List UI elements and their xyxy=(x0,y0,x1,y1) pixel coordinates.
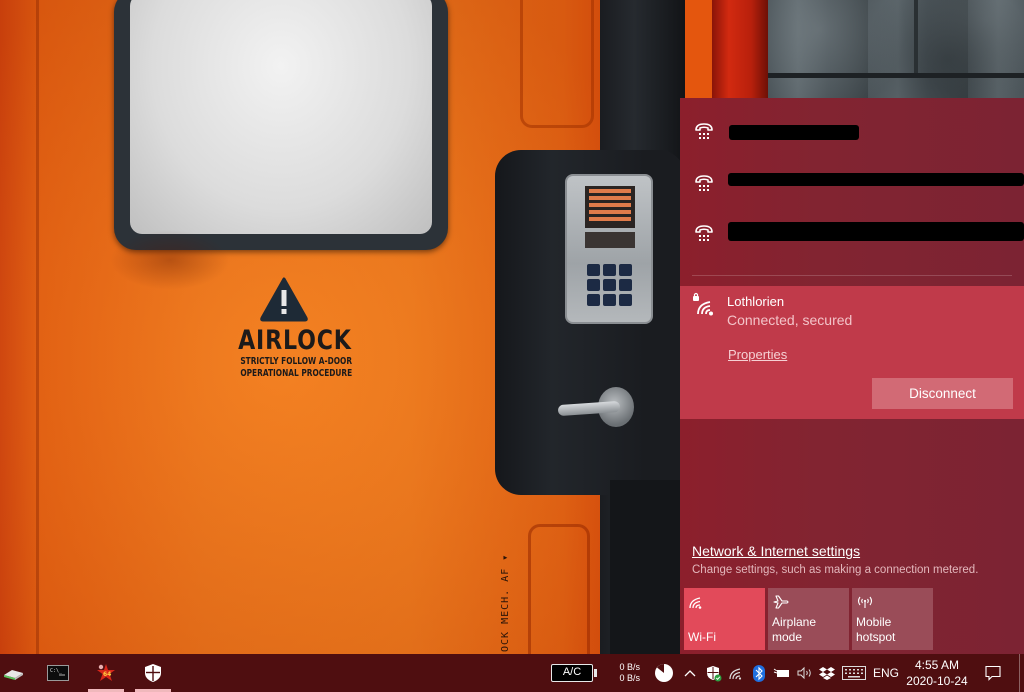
airlock-sign: AIRLOCK STRICTLY FOLLOW A-DOOR OPERATION… xyxy=(228,276,353,380)
tray-usage-meter[interactable] xyxy=(652,654,676,692)
upload-speed: 0 B/s xyxy=(619,662,640,672)
hotspot-label-line-1: Mobile xyxy=(856,615,892,629)
keypad-screen xyxy=(585,186,635,228)
action-center-icon xyxy=(985,665,1001,681)
wifi-icon xyxy=(729,668,742,680)
stone-joint xyxy=(768,73,1024,78)
dialup-icon xyxy=(695,123,713,139)
red-pillar xyxy=(712,0,768,98)
network-name-redacted xyxy=(728,173,1024,186)
taskbar-app-terminal[interactable]: C:\_ xyxy=(42,654,74,692)
battery-nub xyxy=(594,669,597,677)
network-list-item[interactable] xyxy=(680,102,1024,154)
warning-triangle-icon xyxy=(259,276,309,322)
storage-drive-icon xyxy=(4,670,23,680)
show-hidden-icons-button[interactable] xyxy=(680,654,700,692)
rust-stain xyxy=(110,230,230,290)
hotspot-tile-label: Mobile hotspot xyxy=(856,615,895,645)
tray-dropbox[interactable] xyxy=(817,654,837,692)
bluetooth-icon xyxy=(753,664,765,682)
power-icon xyxy=(773,668,789,677)
tray-touch-keyboard[interactable] xyxy=(840,654,868,692)
door-frame-lower xyxy=(610,480,682,654)
wifi-secured-icon xyxy=(693,292,713,316)
hotspot-label-line-2: hotspot xyxy=(856,630,896,644)
tray-volume[interactable] xyxy=(794,654,816,692)
windows-security-icon xyxy=(145,664,161,682)
wifi-icon xyxy=(689,597,702,609)
properties-link[interactable]: Properties xyxy=(728,347,787,362)
keypad-sticker xyxy=(585,232,635,248)
keypad-panel xyxy=(565,174,653,324)
svg-text:C:\_: C:\_ xyxy=(50,668,63,674)
keyboard-icon xyxy=(842,666,866,680)
door-window-glass xyxy=(130,0,432,234)
defender-icon xyxy=(707,665,722,681)
dialup-icon xyxy=(695,175,713,191)
airplane-icon xyxy=(773,595,789,609)
door-seam xyxy=(36,0,39,654)
sign-line-1: STRICTLY FOLLOW A-DOOR xyxy=(240,356,353,367)
network-name-redacted xyxy=(729,125,859,140)
taskbar: C:\_ 64 A/C 0 B/s 0 B/s ENG 4:55 AM 2020… xyxy=(0,654,1024,692)
network-name-redacted xyxy=(728,222,1024,241)
battery-indicator[interactable]: A/C xyxy=(551,664,593,682)
svg-text:64: 64 xyxy=(103,671,111,678)
mech-label: OCK MECH. AF ▾ xyxy=(500,553,511,652)
connected-network-name: Lothlorien xyxy=(727,294,785,309)
network-speed-meter[interactable]: 0 B/s 0 B/s xyxy=(614,662,640,684)
network-list-item[interactable] xyxy=(680,204,1024,256)
show-desktop-button[interactable] xyxy=(1019,654,1024,692)
airplane-mode-tile[interactable]: Airplane mode xyxy=(768,588,849,650)
tray-bluetooth[interactable] xyxy=(750,654,768,692)
network-list-divider xyxy=(692,275,1012,276)
quick-action-tiles: Wi-Fi Airplane mode Mobile hotspot xyxy=(684,588,933,650)
sign-title: AIRLOCK xyxy=(238,325,352,356)
tray-wifi[interactable] xyxy=(727,654,747,692)
dropbox-icon xyxy=(819,667,835,680)
wifi-tile-label: Wi-Fi xyxy=(688,630,716,644)
network-list-item[interactable] xyxy=(680,154,1024,206)
stone-texture xyxy=(768,0,1024,98)
hotspot-icon xyxy=(857,596,873,608)
input-language[interactable]: ENG xyxy=(872,666,900,680)
tray-power[interactable] xyxy=(771,654,793,692)
terminal-icon: C:\_ xyxy=(47,665,69,681)
taskbar-app-64[interactable]: 64 xyxy=(86,654,126,692)
airplane-tile-label: Airplane mode xyxy=(772,615,817,644)
wifi-toggle-tile[interactable]: Wi-Fi xyxy=(684,588,765,650)
chevron-up-icon xyxy=(684,670,696,677)
dialup-icon xyxy=(695,225,713,241)
app-64-icon: 64 xyxy=(97,664,115,681)
pie-chart-icon xyxy=(655,664,673,682)
download-speed: 0 B/s xyxy=(619,673,640,683)
connected-network[interactable]: Lothlorien Connected, secured Properties… xyxy=(680,286,1024,419)
network-flyout: Lothlorien Connected, secured Properties… xyxy=(680,98,1024,654)
mobile-hotspot-tile[interactable]: Mobile hotspot xyxy=(852,588,933,650)
taskbar-app-storage[interactable] xyxy=(0,654,26,692)
door-slot-bottom xyxy=(528,524,590,654)
sign-line-2: OPERATIONAL PROCEDURE xyxy=(240,368,353,379)
action-center-button[interactable] xyxy=(980,654,1006,692)
connection-status: Connected, secured xyxy=(727,312,853,328)
clock-time: 4:55 AM xyxy=(914,658,960,672)
stone-joint xyxy=(914,0,918,73)
clock-date: 2020-10-24 xyxy=(906,674,968,688)
network-settings-link[interactable]: Network & Internet settings xyxy=(692,543,860,559)
door-slot-top xyxy=(520,0,594,128)
taskbar-clock[interactable]: 4:55 AM 2020-10-24 xyxy=(902,657,972,689)
taskbar-app-security[interactable] xyxy=(133,654,173,692)
keypad-buttons xyxy=(587,264,635,306)
disconnect-button[interactable]: Disconnect xyxy=(872,378,1013,409)
network-settings-description: Change settings, such as making a connec… xyxy=(692,564,979,576)
volume-icon xyxy=(797,666,811,680)
tray-defender[interactable] xyxy=(703,654,725,692)
